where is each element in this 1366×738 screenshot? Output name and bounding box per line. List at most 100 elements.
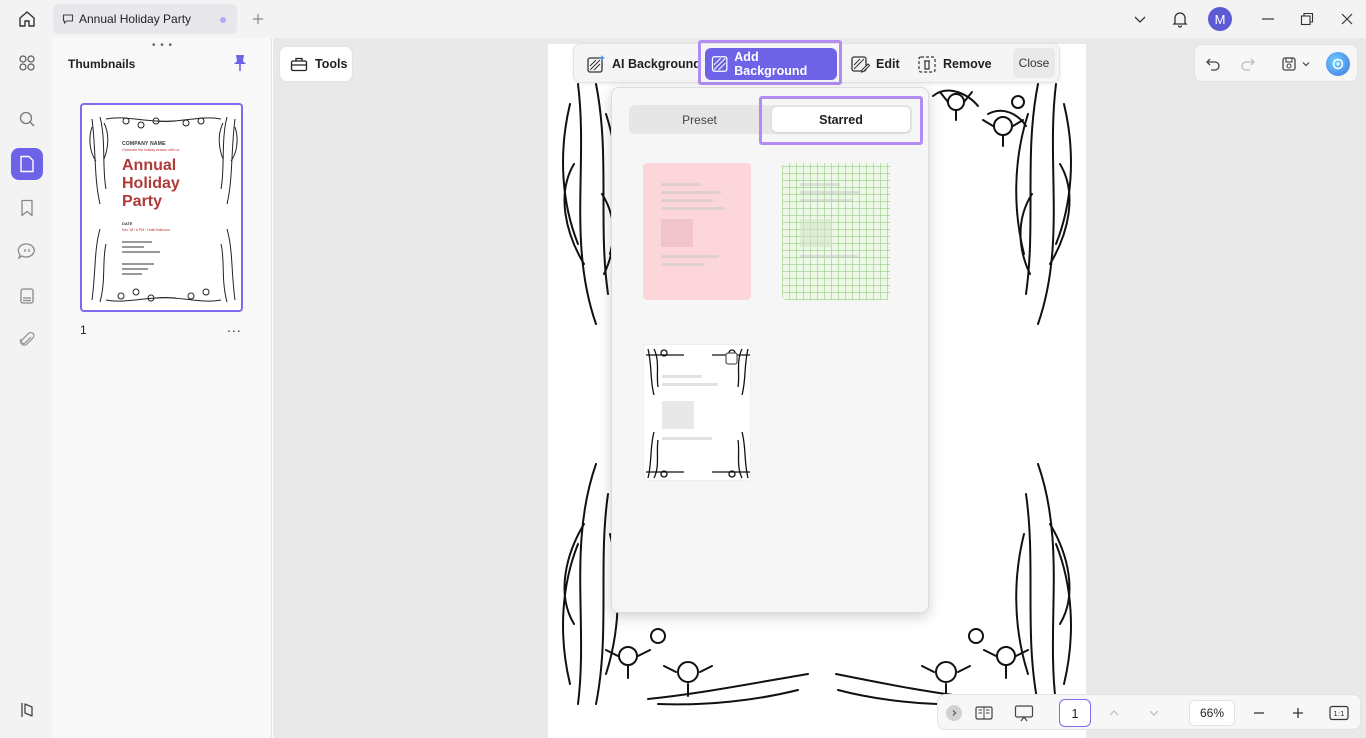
comments-button[interactable] — [11, 235, 43, 267]
apps-button[interactable] — [11, 47, 43, 79]
notifications-button[interactable] — [1167, 6, 1193, 32]
floral-background-card[interactable] — [643, 344, 751, 481]
plus-icon — [1293, 708, 1303, 718]
home-button[interactable] — [10, 4, 44, 34]
next-page-button[interactable] — [1142, 701, 1166, 725]
save-options-button[interactable] — [1299, 51, 1313, 77]
zoom-level[interactable]: 66% — [1189, 700, 1235, 726]
search-button[interactable] — [11, 103, 43, 135]
chevron-up-icon — [1109, 710, 1119, 716]
minimize-icon — [1262, 18, 1274, 20]
toolbox-icon — [290, 57, 308, 72]
tools-label: Tools — [315, 57, 348, 71]
page-icon — [20, 155, 34, 173]
presentation-icon — [1014, 705, 1034, 722]
zoom-out-button[interactable] — [1247, 701, 1271, 725]
panel-grip[interactable]: • • • — [152, 40, 173, 51]
undo-icon — [1206, 58, 1220, 71]
previous-page-button[interactable] — [1102, 701, 1126, 725]
thumb-text-lines — [122, 241, 162, 278]
comment-icon — [17, 243, 35, 260]
minus-icon — [1254, 712, 1264, 714]
plus-icon — [253, 14, 263, 24]
page-number-label: 1 — [80, 323, 87, 337]
stamps-button[interactable] — [11, 280, 43, 312]
home-icon — [19, 11, 35, 27]
ai-sparkle-icon — [587, 55, 605, 73]
remove-background-icon — [918, 56, 936, 73]
add-background-panel: Preset Starred — [611, 87, 929, 613]
redo-icon — [1241, 58, 1255, 71]
minimize-button[interactable] — [1255, 6, 1281, 32]
tab-title: Annual Holiday Party — [79, 12, 192, 26]
paperclip-icon — [19, 331, 35, 346]
thumb-date-label: DATE — [122, 221, 133, 226]
redo-button[interactable] — [1235, 51, 1261, 77]
comment-icon — [62, 14, 74, 25]
new-tab-button[interactable] — [246, 7, 270, 31]
thumb-company: COMPANY NAME — [122, 141, 166, 147]
grid-background-card[interactable] — [782, 163, 890, 300]
bookmark-icon — [21, 199, 33, 217]
two-page-icon — [975, 706, 993, 720]
close-icon — [1341, 13, 1353, 25]
bell-icon — [1172, 12, 1188, 28]
chevron-right-icon — [952, 710, 957, 716]
right-toolbar — [1194, 44, 1358, 82]
document-tab[interactable]: Annual Holiday Party — [53, 4, 237, 34]
bookmarks-button[interactable] — [11, 192, 43, 224]
ai-background-button[interactable]: AI Background — [580, 48, 707, 80]
page-thumbnail[interactable]: COMPANY NAME Celebrate the holiday seaso… — [80, 103, 243, 312]
close-window-button[interactable] — [1334, 6, 1360, 32]
ai-background-label: AI Background — [612, 57, 701, 71]
thumb-title: Annual Holiday Party — [122, 157, 180, 210]
remove-background-button[interactable]: Remove — [911, 48, 998, 80]
page-layout-button[interactable] — [972, 701, 996, 725]
grid-icon — [19, 55, 35, 71]
left-rail — [0, 38, 52, 738]
close-button[interactable]: Close — [1013, 48, 1055, 78]
expand-button[interactable] — [946, 705, 962, 721]
tab-list-button[interactable] — [1127, 6, 1153, 32]
sidebar-icon — [21, 703, 33, 717]
edit-background-button[interactable]: Edit — [844, 48, 906, 80]
attachments-button[interactable] — [11, 324, 43, 356]
ghost-page-preview — [662, 361, 734, 461]
ai-assistant-icon — [1326, 52, 1350, 76]
pink-background-card[interactable] — [643, 163, 751, 300]
chevron-down-icon — [1134, 16, 1146, 23]
save-icon — [1282, 57, 1296, 71]
add-background-highlight — [698, 40, 842, 85]
thumb-date-value: Dec 18 / 6 PM / Hotel Ballroom — [122, 228, 171, 232]
actual-size-button[interactable]: 1:1 — [1327, 701, 1351, 725]
zoom-in-button[interactable] — [1286, 701, 1310, 725]
sidebar-toggle-button[interactable] — [11, 694, 43, 726]
ghost-page-preview — [800, 179, 872, 279]
thumbnails-button[interactable] — [11, 148, 43, 180]
restore-icon — [1300, 12, 1314, 26]
thumbnails-panel: • • • Thumbnails COMPANY NAME Celebrate … — [52, 38, 272, 738]
search-icon — [19, 111, 35, 127]
title-bar: Annual Holiday Party M — [0, 0, 1366, 38]
avatar: M — [1208, 7, 1232, 31]
page-number-input[interactable]: 1 — [1059, 699, 1091, 727]
edit-label: Edit — [876, 57, 900, 71]
thumbnail-page: COMPANY NAME Celebrate the holiday seaso… — [86, 109, 238, 306]
tools-button[interactable]: Tools — [279, 46, 353, 82]
page-more-button[interactable]: ... — [227, 319, 242, 335]
tab-preset[interactable]: Preset — [629, 105, 770, 134]
undo-button[interactable] — [1200, 51, 1226, 77]
ai-assistant-button[interactable] — [1325, 51, 1351, 77]
bottom-bar: 1 66% 1:1 — [937, 694, 1361, 730]
restore-button[interactable] — [1294, 6, 1320, 32]
fit-label: 1:1 — [1333, 710, 1344, 718]
pin-button[interactable] — [230, 53, 250, 73]
panel-title: Thumbnails — [68, 57, 136, 71]
unsaved-dot — [220, 17, 226, 23]
account-button[interactable]: M — [1207, 6, 1233, 32]
edit-background-icon — [851, 56, 870, 73]
starred-tab-highlight — [759, 96, 923, 145]
chevron-down-icon — [1302, 62, 1310, 67]
thumb-subtitle: Celebrate the holiday season with us — [122, 148, 180, 152]
presentation-button[interactable] — [1012, 701, 1036, 725]
